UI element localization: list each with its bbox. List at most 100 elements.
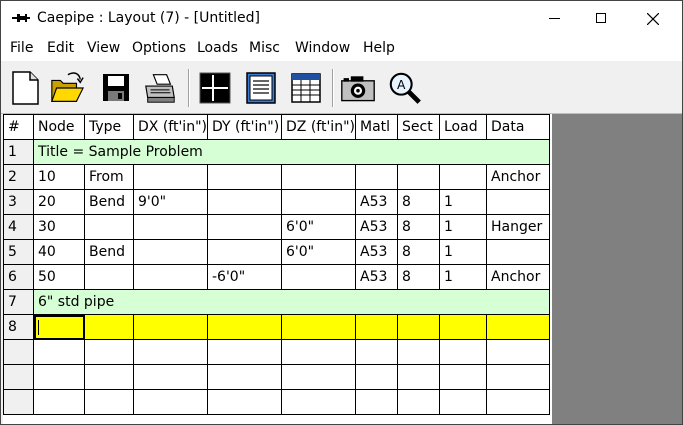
row-number[interactable]: 6 xyxy=(3,264,34,290)
table-cell[interactable]: Hanger xyxy=(486,214,550,240)
table-cell[interactable]: 30 xyxy=(33,214,85,240)
table-cell[interactable] xyxy=(439,314,487,340)
row-number[interactable]: 8 xyxy=(3,314,34,340)
table-cell[interactable] xyxy=(355,164,398,190)
table-cell[interactable] xyxy=(355,364,398,390)
table-cell[interactable] xyxy=(355,314,398,340)
table-cell[interactable] xyxy=(397,364,440,390)
table-cell[interactable]: 10 xyxy=(33,164,85,190)
column-header[interactable]: Data xyxy=(486,114,550,140)
table-cell[interactable] xyxy=(439,339,487,365)
table-cell[interactable] xyxy=(207,314,282,340)
table-cell[interactable]: 20 xyxy=(33,189,85,215)
table-cell[interactable] xyxy=(397,389,440,415)
column-header[interactable]: Node xyxy=(33,114,85,140)
table-cell[interactable]: A53 xyxy=(355,239,398,265)
table-cell[interactable]: Bend xyxy=(84,189,134,215)
table-cell[interactable]: 8 xyxy=(397,189,440,215)
table-cell[interactable]: 1 xyxy=(439,239,487,265)
table-cell[interactable] xyxy=(207,239,282,265)
menu-help[interactable]: Help xyxy=(363,40,395,56)
text-report-icon[interactable] xyxy=(243,70,279,106)
maximize-button[interactable] xyxy=(578,1,624,36)
save-disk-icon[interactable] xyxy=(98,70,134,106)
table-cell[interactable] xyxy=(486,189,550,215)
table-cell[interactable] xyxy=(281,314,356,340)
column-header[interactable]: # xyxy=(3,114,34,140)
table-cell[interactable]: A53 xyxy=(355,264,398,290)
table-cell[interactable] xyxy=(133,164,208,190)
table-cell[interactable] xyxy=(33,364,85,390)
table-cell[interactable] xyxy=(84,314,134,340)
table-cell[interactable] xyxy=(281,264,356,290)
table-cell[interactable]: 1 xyxy=(439,264,487,290)
table-cell[interactable] xyxy=(439,389,487,415)
table-cell[interactable] xyxy=(207,364,282,390)
row-number[interactable]: 3 xyxy=(3,189,34,215)
table-cell[interactable]: 6'0" xyxy=(281,214,356,240)
comment-cell[interactable]: 6" std pipe xyxy=(33,289,550,315)
table-cell[interactable] xyxy=(281,164,356,190)
column-header[interactable]: Type xyxy=(84,114,134,140)
table-cell[interactable]: 6'0" xyxy=(281,239,356,265)
table-cell[interactable] xyxy=(281,189,356,215)
column-header[interactable]: DZ (ft'in") xyxy=(281,114,356,140)
close-button[interactable] xyxy=(630,1,676,36)
table-cell[interactable] xyxy=(207,214,282,240)
table-cell[interactable]: 1 xyxy=(439,214,487,240)
row-number[interactable]: 4 xyxy=(3,214,34,240)
menu-view[interactable]: View xyxy=(87,40,120,56)
print-icon[interactable] xyxy=(142,70,178,106)
table-cell[interactable]: 8 xyxy=(397,214,440,240)
table-cell[interactable] xyxy=(439,364,487,390)
column-header[interactable]: Load xyxy=(439,114,487,140)
table-cell[interactable]: 40 xyxy=(33,239,85,265)
row-number[interactable]: 7 xyxy=(3,289,34,315)
table-cell[interactable] xyxy=(133,389,208,415)
column-header[interactable]: Sect xyxy=(397,114,440,140)
table-cell[interactable]: A53 xyxy=(355,189,398,215)
camera-icon[interactable] xyxy=(340,70,376,106)
table-cell[interactable] xyxy=(133,339,208,365)
table-cell[interactable] xyxy=(84,264,134,290)
menu-options[interactable]: Options xyxy=(132,40,186,56)
menu-loads[interactable]: Loads xyxy=(197,40,238,56)
menu-misc[interactable]: Misc xyxy=(249,40,280,56)
table-cell[interactable] xyxy=(207,389,282,415)
table-cell[interactable] xyxy=(207,339,282,365)
row-number[interactable] xyxy=(3,364,34,390)
row-number[interactable]: 2 xyxy=(3,164,34,190)
table-cell[interactable] xyxy=(281,389,356,415)
open-folder-icon[interactable] xyxy=(49,70,85,106)
row-number[interactable]: 1 xyxy=(3,139,34,165)
table-cell[interactable] xyxy=(133,239,208,265)
table-cell[interactable] xyxy=(133,364,208,390)
table-cell[interactable] xyxy=(84,339,134,365)
row-number[interactable] xyxy=(3,389,34,415)
menu-window[interactable]: Window xyxy=(295,40,350,56)
row-number[interactable]: 5 xyxy=(3,239,34,265)
table-view-icon[interactable] xyxy=(288,70,324,106)
table-cell[interactable] xyxy=(355,339,398,365)
table-cell[interactable]: A53 xyxy=(355,214,398,240)
table-cell[interactable] xyxy=(486,339,550,365)
menu-file[interactable]: File xyxy=(10,40,33,56)
column-header[interactable]: DY (ft'in") xyxy=(207,114,282,140)
table-cell[interactable]: 8 xyxy=(397,264,440,290)
active-cell[interactable] xyxy=(33,314,85,340)
minimize-button[interactable] xyxy=(531,1,577,36)
table-cell[interactable] xyxy=(33,339,85,365)
layout-grid-icon[interactable] xyxy=(197,70,233,106)
table-cell[interactable]: Anchor xyxy=(486,264,550,290)
table-cell[interactable] xyxy=(355,389,398,415)
comment-cell[interactable]: Title = Sample Problem xyxy=(33,139,550,165)
table-cell[interactable]: From xyxy=(84,164,134,190)
table-cell[interactable]: 1 xyxy=(439,189,487,215)
new-file-icon[interactable] xyxy=(7,70,43,106)
table-cell[interactable] xyxy=(207,189,282,215)
table-cell[interactable] xyxy=(397,314,440,340)
table-cell[interactable] xyxy=(486,389,550,415)
zoom-magnifier-icon[interactable]: A xyxy=(387,70,423,106)
table-cell[interactable] xyxy=(281,364,356,390)
table-cell[interactable] xyxy=(397,339,440,365)
